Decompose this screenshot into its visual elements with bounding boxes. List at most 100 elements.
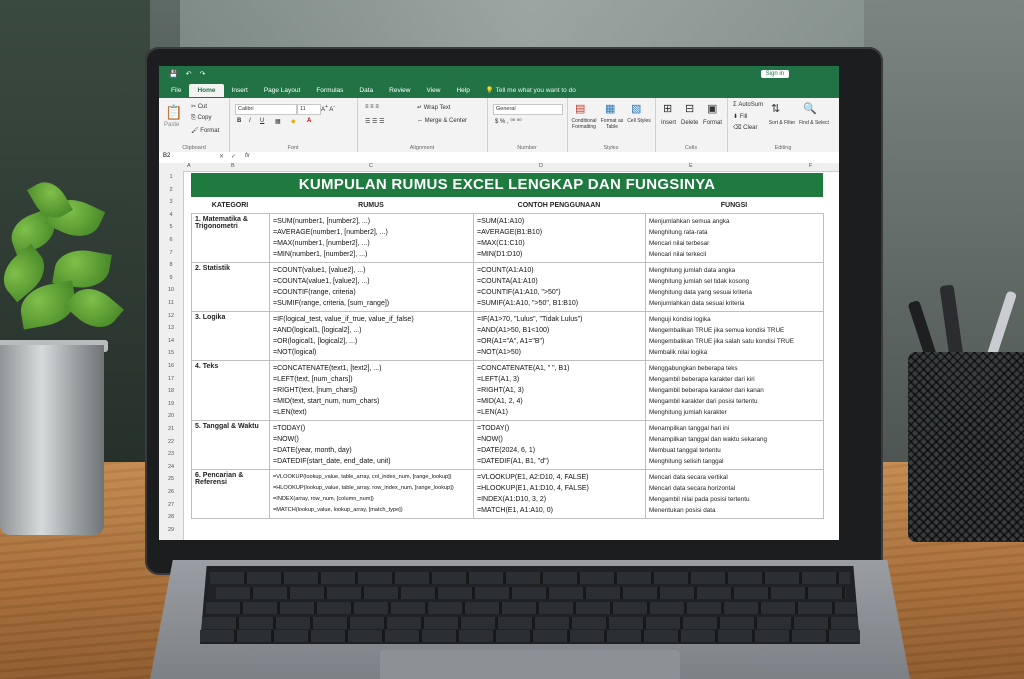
row-header[interactable]: 12 — [159, 313, 183, 319]
format-cells-button[interactable]: Format — [703, 120, 722, 126]
header-fungsi[interactable]: FUNGSI — [645, 199, 823, 213]
sort-filter-button[interactable]: Sort & Filter — [767, 120, 797, 126]
rumus-cell[interactable]: =TODAY() =NOW() =DATE(year, month, day) =DA… — [269, 420, 474, 470]
column-header[interactable]: E — [689, 163, 693, 169]
fungsi-cell[interactable]: Menggabungkan beberapa teks Mengambil beb… — [645, 360, 824, 421]
tell-me-search[interactable]: 💡 Tell me what you want to do — [486, 86, 576, 94]
row-header[interactable]: 7 — [159, 250, 183, 256]
fungsi-cell[interactable]: Menampilkan tanggal hari ini Menampilkan … — [645, 420, 824, 470]
format-painter-button[interactable]: 🖌 Format — [191, 127, 219, 134]
autosum-button[interactable]: Σ AutoSum — [733, 102, 763, 108]
row-header[interactable]: 1 — [159, 174, 183, 180]
rumus-cell[interactable]: =SUM(number1, [number2], ...) =AVERAGE(nu… — [269, 213, 474, 263]
row-header[interactable]: 5 — [159, 224, 183, 230]
tab-file[interactable]: File — [163, 84, 189, 97]
tab-help[interactable]: Help — [448, 84, 477, 97]
italic-button[interactable]: I — [249, 118, 251, 124]
row-header[interactable]: 6 — [159, 237, 183, 243]
fx-icon[interactable]: fx — [245, 153, 250, 159]
sign-in-button[interactable]: Sign in — [760, 70, 789, 78]
column-header[interactable]: D — [539, 163, 543, 169]
save-icon[interactable]: 💾 — [169, 70, 178, 78]
kategori-cell[interactable]: 1. Matematika & Trigonometri — [191, 213, 270, 263]
header-contoh[interactable]: CONTOH PENGGUNAAN — [473, 199, 645, 213]
header-kategori[interactable]: KATEGORI — [191, 199, 269, 213]
column-header[interactable]: A — [187, 163, 191, 169]
fungsi-cell[interactable]: Menghitung jumlah data angka Menghitung j… — [645, 262, 824, 312]
conditional-formatting-button[interactable]: Conditional Formatting — [569, 118, 599, 130]
contoh-cell[interactable]: =SUM(A1:A10) =AVERAGE(B1:B10) =MAX(C1:C10)… — [473, 213, 646, 263]
format-table-icon[interactable]: ▦ — [605, 102, 615, 115]
fill-button[interactable]: ⬇ Fill — [733, 113, 747, 120]
paste-button[interactable]: Paste — [164, 122, 179, 128]
row-header[interactable]: 4 — [159, 212, 183, 218]
row-header[interactable]: 15 — [159, 350, 183, 356]
row-header[interactable]: 25 — [159, 476, 183, 482]
font-size-select[interactable]: 11 — [297, 104, 321, 115]
kategori-cell[interactable]: 2. Statistik — [191, 262, 270, 312]
kategori-cell[interactable]: 6. Pencarian & Referensi — [191, 469, 270, 519]
kategori-cell[interactable]: 5. Tanggal & Waktu — [191, 420, 270, 470]
tab-view[interactable]: View — [418, 84, 448, 97]
format-cells-icon[interactable]: ▣ — [707, 102, 717, 115]
row-header[interactable]: 8 — [159, 262, 183, 268]
row-header[interactable]: 16 — [159, 363, 183, 369]
sort-filter-icon[interactable]: ⇅ — [771, 102, 780, 115]
rumus-cell[interactable]: =IF(logical_test, value_if_true, value_i… — [269, 311, 474, 361]
row-header[interactable]: 29 — [159, 527, 183, 533]
fungsi-cell[interactable]: Mencari data secara vertikal Mencari data… — [645, 469, 824, 519]
rumus-cell[interactable]: =COUNT(value1, [value2], ...) =COUNTA(val… — [269, 262, 474, 312]
row-header[interactable]: 19 — [159, 401, 183, 407]
delete-cells-icon[interactable]: ⊟ — [685, 102, 694, 115]
row-header[interactable]: 26 — [159, 489, 183, 495]
align-left-icon[interactable]: ☰ ☰ ☰ — [365, 118, 384, 125]
paste-icon[interactable]: 📋 — [165, 104, 182, 121]
align-top-icon[interactable]: ≡ ≡ ≡ — [365, 104, 379, 110]
cell-styles-button[interactable]: Cell Styles — [627, 118, 651, 124]
clear-button[interactable]: ⌫ Clear — [733, 124, 758, 131]
cut-button[interactable]: ✂ Cut — [191, 103, 207, 110]
delete-cells-button[interactable]: Delete — [681, 120, 698, 126]
row-header[interactable]: 13 — [159, 325, 183, 331]
row-header[interactable]: 20 — [159, 413, 183, 419]
font-color-icon[interactable]: A — [307, 118, 311, 124]
row-header[interactable]: 22 — [159, 439, 183, 445]
cancel-icon[interactable]: ✕ — [219, 153, 224, 160]
currency-icon[interactable]: $ % , ⁰⁰ ⁰⁰ — [495, 118, 522, 125]
row-header[interactable]: 24 — [159, 464, 183, 470]
row-header[interactable]: 27 — [159, 502, 183, 508]
tab-home[interactable]: Home — [189, 83, 224, 97]
contoh-cell[interactable]: =TODAY() =NOW() =DATE(2024, 6, 1) =DATEDIF(… — [473, 420, 646, 470]
row-header[interactable]: 14 — [159, 338, 183, 344]
row-header[interactable]: 28 — [159, 514, 183, 520]
conditional-formatting-icon[interactable]: ▤ — [575, 102, 585, 115]
fill-color-icon[interactable]: ◆ — [291, 118, 296, 125]
contoh-cell[interactable]: =VLOOKUP(E1, A2:D10, 4, FALSE) =HLOOKUP(E… — [473, 469, 646, 519]
row-header[interactable]: 3 — [159, 199, 183, 205]
tab-data[interactable]: Data — [351, 84, 381, 97]
row-header[interactable]: 21 — [159, 426, 183, 432]
column-header[interactable]: C — [369, 163, 373, 169]
rumus-cell[interactable]: =CONCATENATE(text1, [text2], ...) =LEFT(t… — [269, 360, 474, 421]
fungsi-cell[interactable]: Menjumlahkan semua angka Menghitung rata-… — [645, 213, 824, 263]
find-icon[interactable]: 🔍 — [803, 102, 817, 115]
wrap-text-button[interactable]: ↵ Wrap Text — [417, 104, 451, 111]
name-box[interactable]: B2 — [163, 153, 193, 159]
column-header[interactable]: B — [231, 163, 235, 169]
merge-center-button[interactable]: ⇔ Merge & Center — [417, 118, 467, 124]
font-name-select[interactable]: Calibri — [235, 104, 297, 115]
font-grow-icon[interactable]: A+ A- — [321, 104, 335, 113]
confirm-icon[interactable]: ✓ — [231, 153, 236, 160]
insert-cells-button[interactable]: Insert — [661, 120, 676, 126]
tab-insert[interactable]: Insert — [224, 84, 256, 97]
row-header[interactable]: 18 — [159, 388, 183, 394]
row-header[interactable]: 9 — [159, 275, 183, 281]
contoh-cell[interactable]: =CONCATENATE(A1, " ", B1) =LEFT(A1, 3) =RI… — [473, 360, 646, 421]
kategori-cell[interactable]: 4. Teks — [191, 360, 270, 421]
tab-formulas[interactable]: Formulas — [308, 84, 351, 97]
kategori-cell[interactable]: 3. Logika — [191, 311, 270, 361]
row-header[interactable]: 2 — [159, 187, 183, 193]
rumus-cell[interactable]: =VLOOKUP(lookup_value, table_array, col_… — [269, 469, 474, 519]
undo-icon[interactable]: ↶ — [186, 70, 192, 78]
sheet-title[interactable]: KUMPULAN RUMUS EXCEL LENGKAP DAN FUNGSIN… — [191, 173, 823, 197]
